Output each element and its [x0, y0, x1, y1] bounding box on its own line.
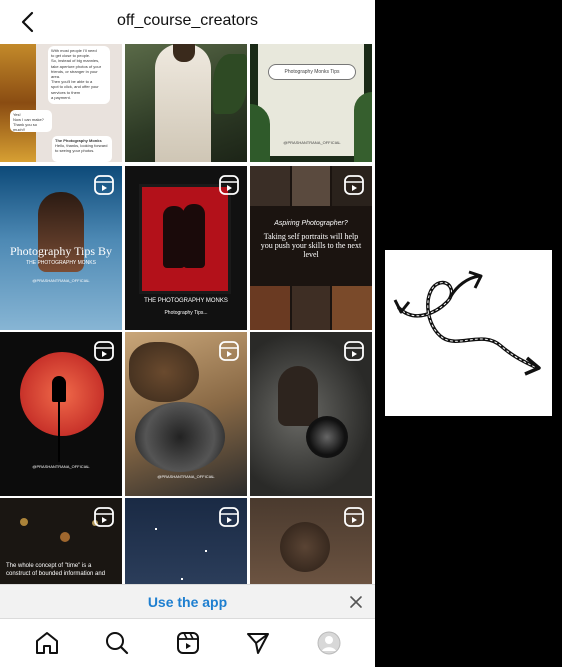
- bird-silhouette: [52, 376, 66, 402]
- plant-leaf: [250, 104, 270, 162]
- camera-lens: [135, 402, 225, 472]
- collage-photo: [292, 286, 330, 330]
- star: [205, 550, 207, 552]
- banner-close-button[interactable]: [347, 593, 365, 611]
- reels-icon: [344, 175, 364, 195]
- tile-caption: Aspiring Photographer?: [274, 220, 348, 227]
- tile-caption: The whole concept of "time" is a constru…: [6, 563, 106, 577]
- instagram-web-view: off_course_creators With most people I'l…: [0, 0, 375, 667]
- direct-message-icon: [247, 633, 269, 654]
- person-hair: [173, 44, 195, 62]
- posts-grid: With most people I'll need to get close …: [0, 44, 375, 584]
- post-tile[interactable]: [250, 332, 372, 496]
- collage-photo: [250, 166, 290, 206]
- tab-home[interactable]: [33, 629, 61, 657]
- tile-handle: @PRASHANTRANA_OFFICIAL: [157, 474, 215, 479]
- post-tile[interactable]: Aspiring Photographer? Taking self portr…: [250, 166, 372, 330]
- chat-bubble: With most people I'll need to get close …: [48, 46, 110, 104]
- chat-bubble: Yes! Now I can make? Thank you so much!!: [10, 110, 52, 132]
- collage-photo: [292, 166, 330, 206]
- tile-subcaption: THE PHOTOGRAPHY MONKS: [26, 260, 96, 266]
- tab-search[interactable]: [103, 629, 131, 657]
- post-image-strip: [0, 44, 36, 162]
- tile-handle: @PRASHANTRANA_OFFICIAL: [32, 464, 90, 469]
- post-tile[interactable]: With most people I'll need to get close …: [0, 44, 122, 162]
- person-figure: [278, 366, 318, 426]
- chat-bubble: The Photography Monks Hello, thanks, loo…: [52, 136, 112, 162]
- tile-subcaption: Photography Tips...: [164, 310, 208, 316]
- post-tile[interactable]: Photography Tips By THE PHOTOGRAPHY MONK…: [0, 166, 122, 330]
- star: [155, 528, 157, 530]
- tile-handle: @PRASHANTRANA_OFFICIAL: [32, 278, 90, 283]
- close-icon: [350, 596, 362, 608]
- use-the-app-link[interactable]: Use the app: [0, 594, 375, 610]
- tile-caption: THE PHOTOGRAPHY MONKS: [144, 298, 228, 304]
- post-tile[interactable]: THE PHOTOGRAPHY MONKS Photography Tips..…: [125, 166, 247, 330]
- tile-handle: @PRASHANTRANA_OFFICIAL: [283, 140, 341, 145]
- person-figure: [280, 522, 330, 572]
- tab-reels[interactable]: [174, 629, 202, 657]
- chat-line: So, instead of big mannies,: [51, 58, 100, 64]
- tile-caption: Photography Tips By: [9, 244, 113, 258]
- chat-line: spot to click, and offer your: [51, 84, 99, 90]
- tile-subcaption: Taking self portraits will help you push…: [260, 232, 362, 259]
- bokeh-light: [20, 518, 28, 526]
- post-tile[interactable]: [250, 498, 372, 584]
- reels-icon: [219, 507, 239, 527]
- reels-icon: [94, 175, 114, 195]
- bokeh-light: [60, 532, 70, 542]
- chat-line: Now I can make? Thank you so much!!: [13, 117, 44, 132]
- reels-icon: [219, 175, 239, 195]
- home-icon: [36, 632, 58, 654]
- person-silhouette: [183, 204, 205, 268]
- plant-leaf: [213, 54, 247, 114]
- post-tile[interactable]: The whole concept of "time" is a constru…: [0, 498, 122, 584]
- reels-icon: [94, 341, 114, 361]
- post-tile[interactable]: [125, 44, 247, 162]
- camera-lens: [306, 416, 348, 458]
- collage-photo: [250, 286, 290, 330]
- plant-leaf: [354, 92, 372, 162]
- profile-avatar-icon: [317, 631, 341, 655]
- post-tile[interactable]: @PRASHANTRANA_OFFICIAL: [125, 332, 247, 496]
- search-field-graphic: Photography Monks Tips: [268, 64, 356, 80]
- post-tile[interactable]: Photography Monks Tips @PRASHANTRANA_OFF…: [250, 44, 372, 162]
- star: [181, 578, 183, 580]
- search-icon: [106, 632, 129, 655]
- tab-direct[interactable]: [244, 629, 272, 657]
- post-tile[interactable]: @PRASHANTRANA_OFFICIAL: [0, 332, 122, 496]
- profile-header: off_course_creators: [0, 0, 375, 44]
- page-title: off_course_creators: [116, 12, 259, 29]
- collage-photo: [332, 286, 372, 330]
- app-banner: Use the app: [0, 584, 375, 619]
- reels-icon: [344, 507, 364, 527]
- reels-icon: [219, 341, 239, 361]
- post-tile[interactable]: [125, 498, 247, 584]
- search-text: Photography Monks Tips: [284, 69, 340, 75]
- bottom-tab-bar: [0, 618, 375, 667]
- reels-icon: [344, 341, 364, 361]
- butterfly: [129, 342, 199, 402]
- person-silhouette: [163, 206, 185, 268]
- branch: [58, 402, 60, 462]
- side-image: [385, 250, 552, 416]
- chat-line: a payment.: [51, 94, 71, 100]
- chat-line: Hello, thanks, looking forward to seeing…: [55, 143, 108, 153]
- reels-icon: [177, 632, 199, 654]
- curly-arrow-icon: [393, 270, 541, 376]
- tab-profile[interactable]: [315, 629, 343, 657]
- reels-icon: [94, 507, 114, 527]
